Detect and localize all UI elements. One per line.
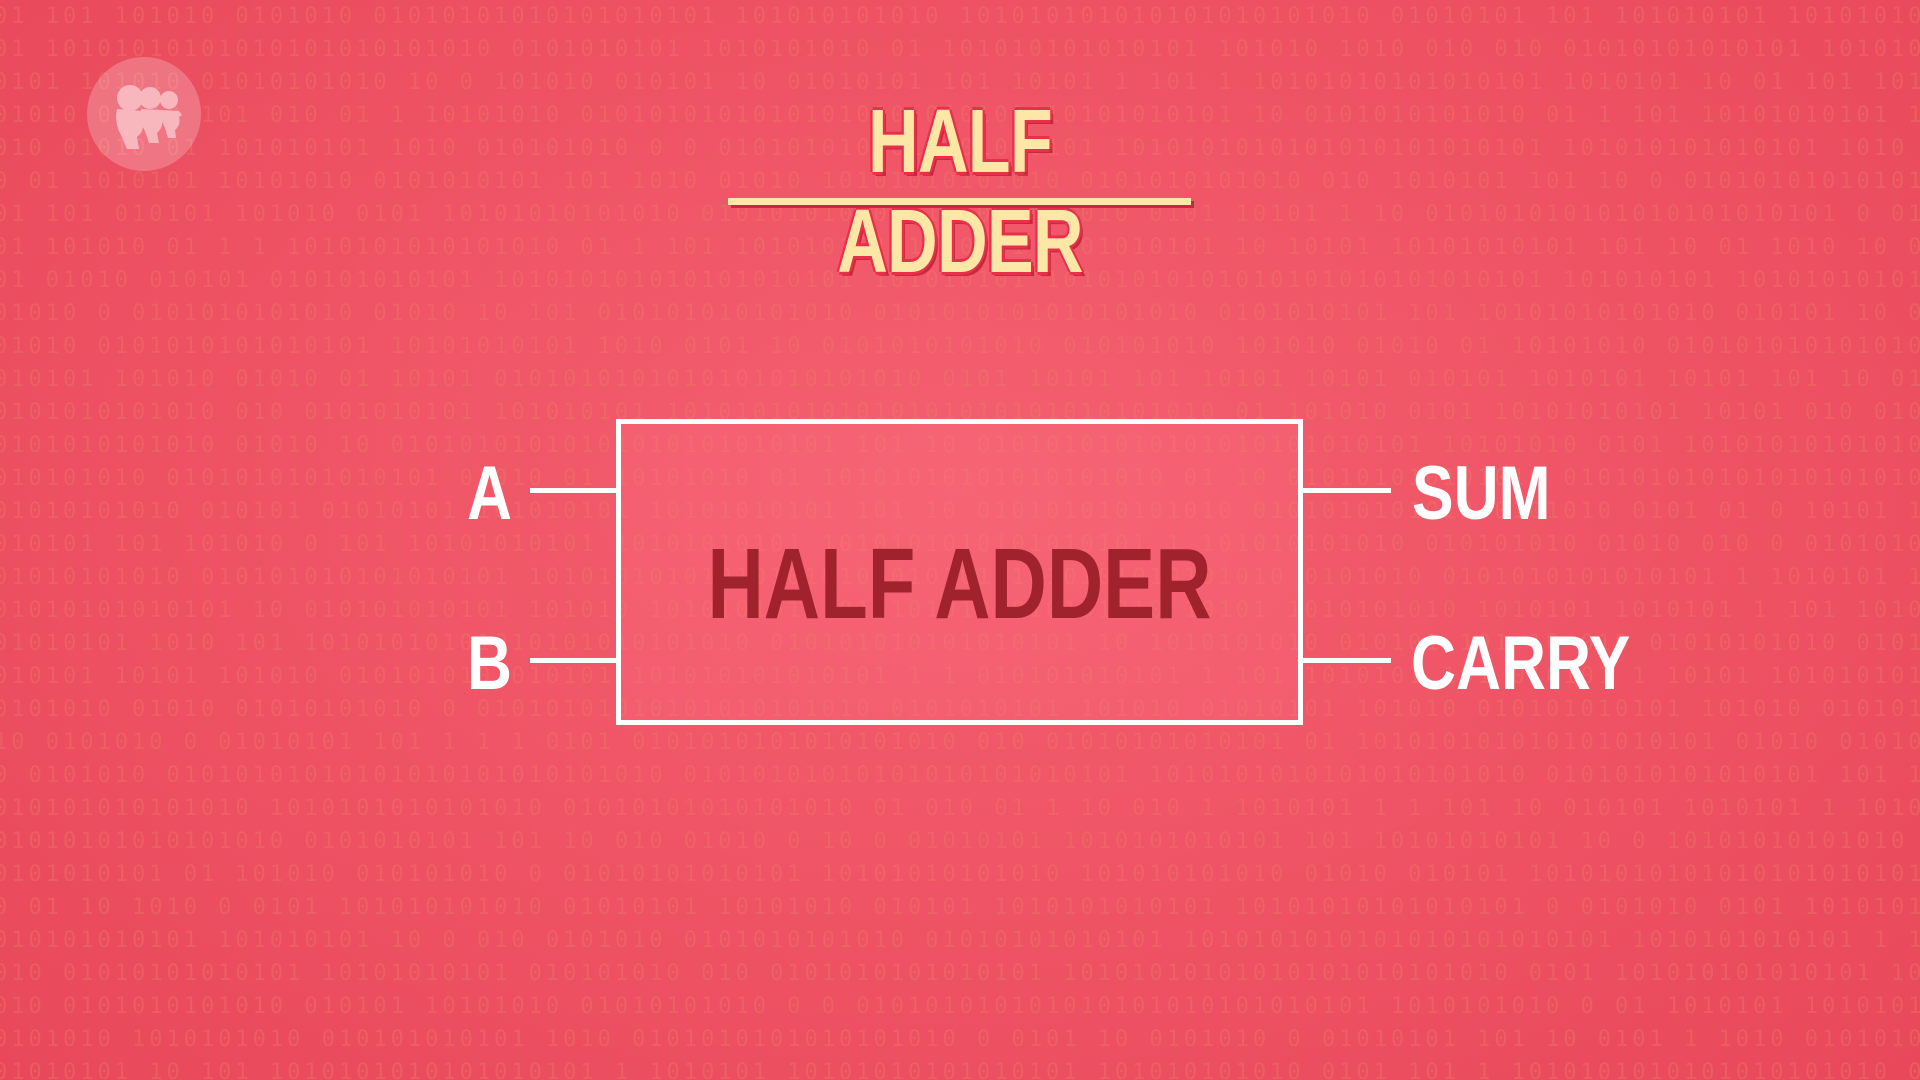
binary-row: 01 10101010101010101010101010 0101010101… <box>0 37 1920 62</box>
binary-row: 0101010 1010101010 010101010101 1010 010… <box>0 1027 1920 1052</box>
binary-row: 01010101 10 101 1010101010101010101 1 10… <box>0 1060 1920 1080</box>
binary-row: 010 01010101010101 10101010101 010101010… <box>0 961 1920 986</box>
binary-row: 010101 101010 01010 01 10101 01010101010… <box>0 367 1920 392</box>
output-label-carry: CARRY <box>1411 621 1631 706</box>
pbs-logo-icon <box>87 57 201 171</box>
output-label-sum: SUM <box>1412 451 1551 536</box>
input-wire-a <box>530 488 620 493</box>
binary-row: 010 0101010101010 010101 10101010 010101… <box>0 994 1920 1019</box>
input-label-b: B <box>466 621 512 706</box>
binary-row: 010101010101010 1010101010101010 0101010… <box>0 796 1920 821</box>
binary-row: 10 0101010 0 01010101 101 1 1 1 0101 010… <box>0 730 1920 755</box>
binary-row: 01010101010101010 0101010101 101 10 010 … <box>0 829 1920 854</box>
binary-row: 010101010101 101010101 10 0 010 0101010 … <box>0 928 1920 953</box>
output-wire-carry <box>1300 658 1391 663</box>
binary-row: 01010 0 0101010101010 01010 10 101 01010… <box>0 301 1920 326</box>
output-wire-sum <box>1300 488 1391 493</box>
input-label-a: A <box>466 451 512 536</box>
binary-row: 0 0101010 01010101010101010101010101010 … <box>0 763 1920 788</box>
title-underline <box>728 198 1191 205</box>
binary-row: 01010 0101010101010101 10101010101 1010 … <box>0 334 1920 359</box>
input-wire-b <box>530 658 620 663</box>
block-label: HALF ADDER <box>707 528 1212 640</box>
page-title: HALF ADDER <box>837 92 1083 292</box>
binary-row: 0101010101 01 101010 010101010 0 0101010… <box>0 862 1920 887</box>
half-adder-block: HALF ADDER <box>616 419 1303 725</box>
binary-row: 0 01 10 1010 0 0101 101010101010 0101010… <box>0 895 1920 920</box>
binary-row: 01 101 101010 0101010 010101010101010101… <box>0 4 1920 29</box>
